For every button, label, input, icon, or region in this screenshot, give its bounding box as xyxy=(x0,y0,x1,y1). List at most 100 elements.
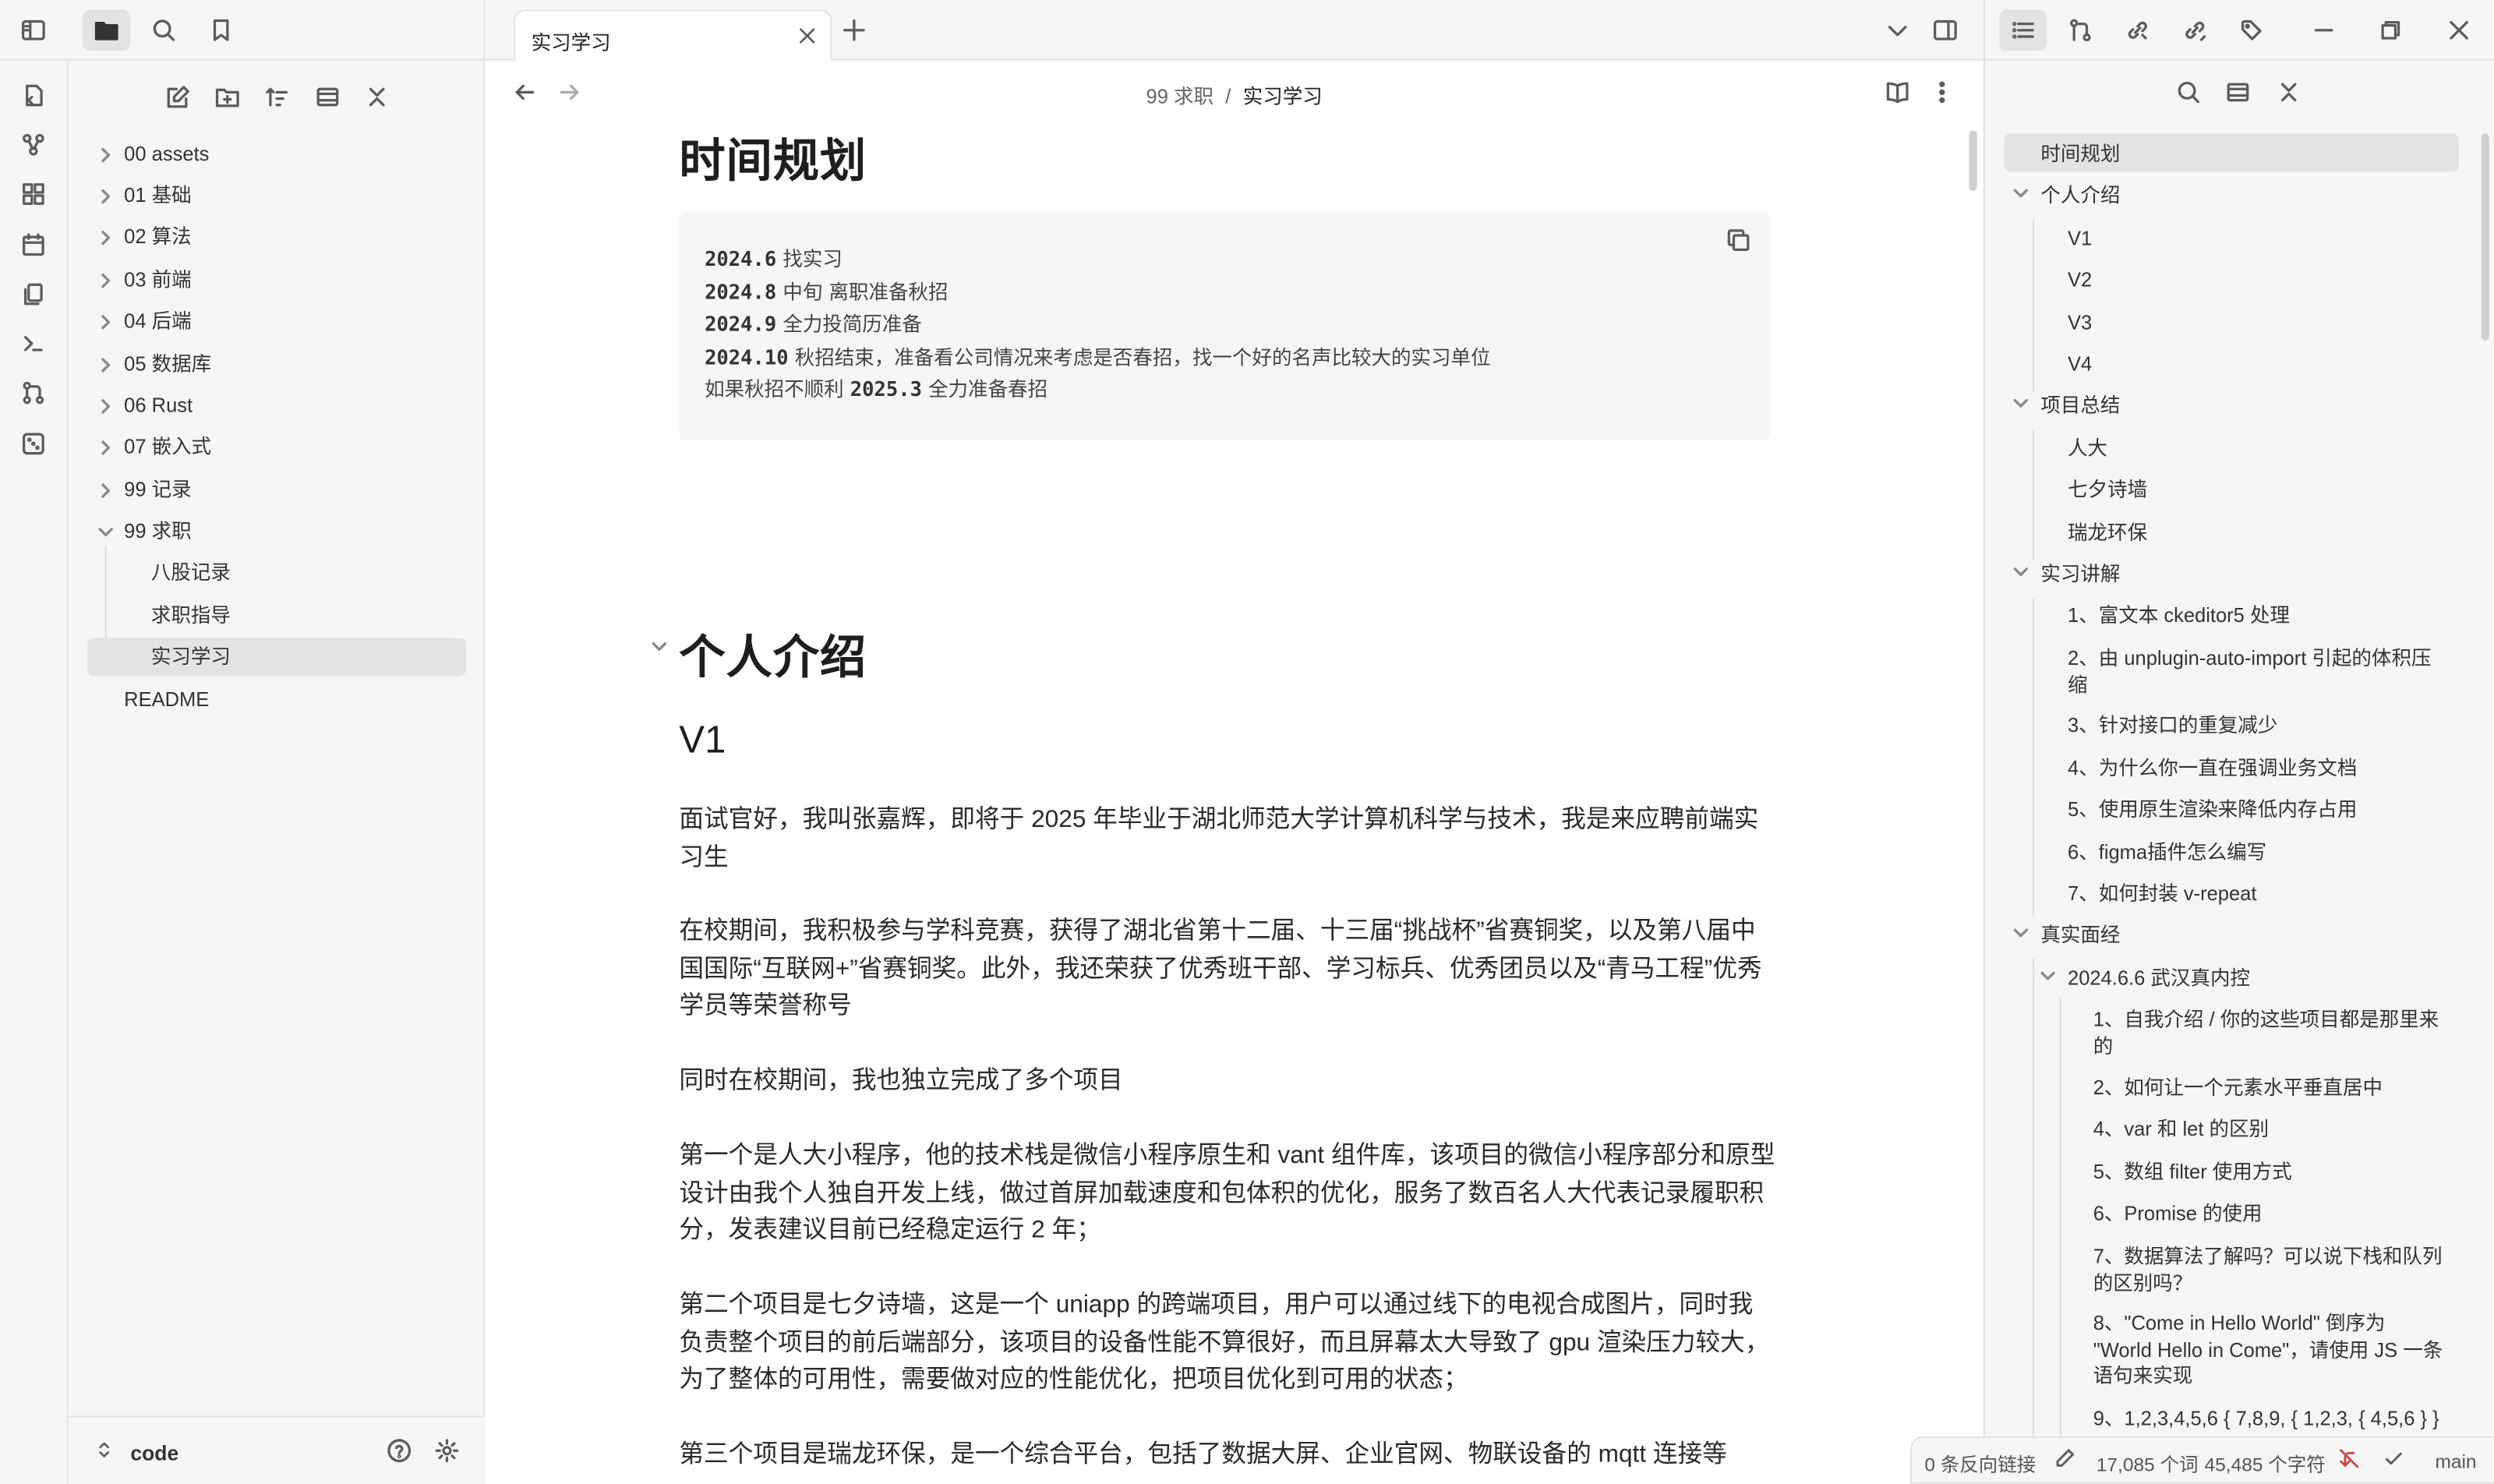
outline-item[interactable]: 1、自我介绍 / 你的这些项目都是那里来的 xyxy=(2093,1007,2443,1059)
heading-time-plan: 时间规划 xyxy=(679,133,867,188)
search-icon[interactable] xyxy=(140,9,188,51)
toggle-right-sidebar-icon[interactable] xyxy=(1933,17,1959,43)
outline-item[interactable]: 7、数据算法了解吗？可以说下栈和队列的区别吗？ xyxy=(2093,1244,2443,1296)
outline-toggle-view-icon[interactable] xyxy=(2225,80,2251,105)
tags-icon[interactable] xyxy=(2228,9,2276,51)
random-note-dice-icon[interactable] xyxy=(17,428,49,460)
git-pull-request-icon[interactable] xyxy=(17,377,49,409)
folder-99-jobs[interactable]: 99 求职 xyxy=(87,512,466,550)
outline-item[interactable]: 1、富文本 ckeditor5 处理 xyxy=(2068,602,2450,629)
graph-view-icon[interactable] xyxy=(17,129,49,161)
file-item[interactable]: 八股记录 xyxy=(87,553,466,592)
outline-item[interactable]: 6、figma插件怎么编写 xyxy=(2068,840,2450,867)
outline-list-icon[interactable] xyxy=(1999,9,2047,51)
new-tab-plus-icon[interactable] xyxy=(842,17,867,43)
outline-item[interactable]: V1 xyxy=(2068,226,2092,253)
outline-item[interactable]: 4、为什么你一直在强调业务文档 xyxy=(2068,755,2450,782)
chevron-down-icon[interactable] xyxy=(2012,394,2029,412)
outline-item[interactable]: V4 xyxy=(2068,352,2092,378)
outline-item[interactable]: 项目总结 xyxy=(2013,393,2120,419)
chevron-down-icon[interactable] xyxy=(2012,924,2029,942)
git-branch-name[interactable]: main xyxy=(2435,1450,2476,1473)
outline-item[interactable]: V3 xyxy=(2068,310,2092,337)
outline-item[interactable]: V2 xyxy=(2068,267,2092,294)
sort-order-icon[interactable] xyxy=(260,80,295,115)
breadcrumb-parent[interactable]: 99 求职 xyxy=(1146,86,1214,108)
folder-99-records[interactable]: 99 记录 xyxy=(87,471,466,509)
settings-gear-icon[interactable] xyxy=(434,1438,460,1464)
outline-item[interactable]: 5、数组 filter 使用方式 xyxy=(2093,1160,2443,1186)
close-window-icon[interactable] xyxy=(2435,9,2482,51)
terminal-icon[interactable] xyxy=(17,327,49,359)
editor-content[interactable]: 时间规划 2024.6 找实习 2024.8 中旬 离职准备秋招 2024.9 … xyxy=(485,124,1984,1484)
tab-list-chevron-down-icon[interactable] xyxy=(1885,17,1910,43)
collapse-all-icon[interactable] xyxy=(359,80,394,115)
restore-window-icon[interactable] xyxy=(2367,9,2415,51)
outline-search-icon[interactable] xyxy=(2176,80,2202,105)
folder-01[interactable]: 01 基础 xyxy=(87,177,466,215)
fold-heading-chevron-down-icon[interactable] xyxy=(651,638,668,655)
backlinks-icon[interactable] xyxy=(2114,9,2161,51)
folder-05[interactable]: 05 数据库 xyxy=(87,345,466,383)
folder-04[interactable]: 04 后端 xyxy=(87,302,466,341)
auto-reveal-icon[interactable] xyxy=(310,80,345,115)
outline-item[interactable]: 2、如何让一个元素水平垂直居中 xyxy=(2093,1076,2443,1102)
outline-item[interactable]: 个人介绍 xyxy=(2013,183,2120,210)
reading-view-book-icon[interactable] xyxy=(1885,80,1910,105)
sync-off-icon[interactable] xyxy=(2338,1447,2361,1470)
outline-item[interactable]: 2024.6.6 武汉真内控 xyxy=(2040,966,2250,992)
outline-item[interactable]: 真实面经 xyxy=(2013,923,2120,949)
code-block[interactable]: 2024.6 找实习 2024.8 中旬 离职准备秋招 2024.9 全力投简历… xyxy=(679,211,1771,441)
git-compare-icon[interactable] xyxy=(2057,9,2104,51)
vault-name[interactable]: code xyxy=(130,1441,178,1465)
outline-item[interactable]: 7、如何封装 v-repeat xyxy=(2068,882,2450,908)
toggle-left-sidebar-icon[interactable] xyxy=(9,9,57,51)
bookmarks-icon[interactable] xyxy=(197,9,245,51)
outline-item[interactable]: 9、1,2,3,4,5,6 { 7,8,9, { 1,2,3, { 4,5,6 … xyxy=(2093,1406,2459,1433)
editor-scrollbar[interactable] xyxy=(1969,130,1977,191)
close-tab-icon[interactable] xyxy=(797,26,818,47)
file-item[interactable]: 求职指导 xyxy=(87,596,466,634)
files-tab-folder-icon[interactable] xyxy=(83,9,131,51)
tab-active[interactable]: 实习学习 xyxy=(514,9,832,62)
outline-item[interactable]: 2、由 unplugin-auto-import 引起的体积压缩 xyxy=(2068,646,2436,698)
edit-pencil-icon[interactable] xyxy=(2054,1447,2076,1470)
folder-07[interactable]: 07 嵌入式 xyxy=(87,428,466,466)
outline-item[interactable]: 瑞龙环保 xyxy=(2068,520,2147,546)
templates-copy-icon[interactable] xyxy=(17,278,49,310)
daily-note-calendar-icon[interactable] xyxy=(17,229,49,261)
chevron-down-icon[interactable] xyxy=(2039,967,2056,984)
folder-02[interactable]: 02 算法 xyxy=(87,218,466,256)
file-readme[interactable]: README xyxy=(87,680,466,719)
folder-06[interactable]: 06 Rust xyxy=(87,387,466,425)
backlinks-count[interactable]: 0 条反向链接 xyxy=(1924,1450,2036,1478)
outline-item[interactable]: 人大 xyxy=(2068,436,2107,462)
canvas-icon[interactable] xyxy=(17,178,49,210)
outline-item[interactable]: 实习讲解 xyxy=(2013,561,2120,588)
folder-00-assets[interactable]: 00 assets xyxy=(87,135,466,173)
outline-item[interactable]: 8、"Come in Hello World" 倒序为 "World Hello… xyxy=(2093,1311,2450,1390)
breadcrumb-current[interactable]: 实习学习 xyxy=(1243,86,1323,108)
chevron-down-icon[interactable] xyxy=(2012,185,2029,202)
new-note-icon[interactable] xyxy=(161,80,196,115)
chevron-down-icon[interactable] xyxy=(2012,563,2029,580)
outline-collapse-all-icon[interactable] xyxy=(2276,80,2301,105)
outline-item[interactable]: 时间规划 xyxy=(2040,142,2120,168)
checkmark-icon[interactable] xyxy=(2383,1447,2405,1470)
new-folder-icon[interactable] xyxy=(210,80,245,115)
folder-03[interactable]: 03 前端 xyxy=(87,261,466,299)
more-options-icon[interactable] xyxy=(1929,80,1955,105)
outline-item[interactable]: 5、使用原生渲染来降低内存占用 xyxy=(2068,797,2450,823)
outline-scrollbar[interactable] xyxy=(2481,133,2489,341)
outline-item[interactable]: 4、var 和 let 的区别 xyxy=(2093,1117,2443,1143)
help-icon[interactable] xyxy=(387,1438,412,1464)
copy-code-icon[interactable] xyxy=(1726,228,1751,253)
outgoing-links-icon[interactable] xyxy=(2171,9,2219,51)
outline-item[interactable]: 3、针对接口的重复减少 xyxy=(2068,712,2450,739)
open-quick-switcher-icon[interactable] xyxy=(17,80,49,111)
minimize-window-icon[interactable] xyxy=(2300,9,2347,51)
file-item-active[interactable]: 实习学习 xyxy=(87,638,466,677)
vault-switch-chevrons-icon[interactable] xyxy=(94,1440,115,1461)
outline-item[interactable]: 6、Promise 的使用 xyxy=(2093,1201,2443,1228)
outline-item[interactable]: 七夕诗墙 xyxy=(2068,477,2147,504)
